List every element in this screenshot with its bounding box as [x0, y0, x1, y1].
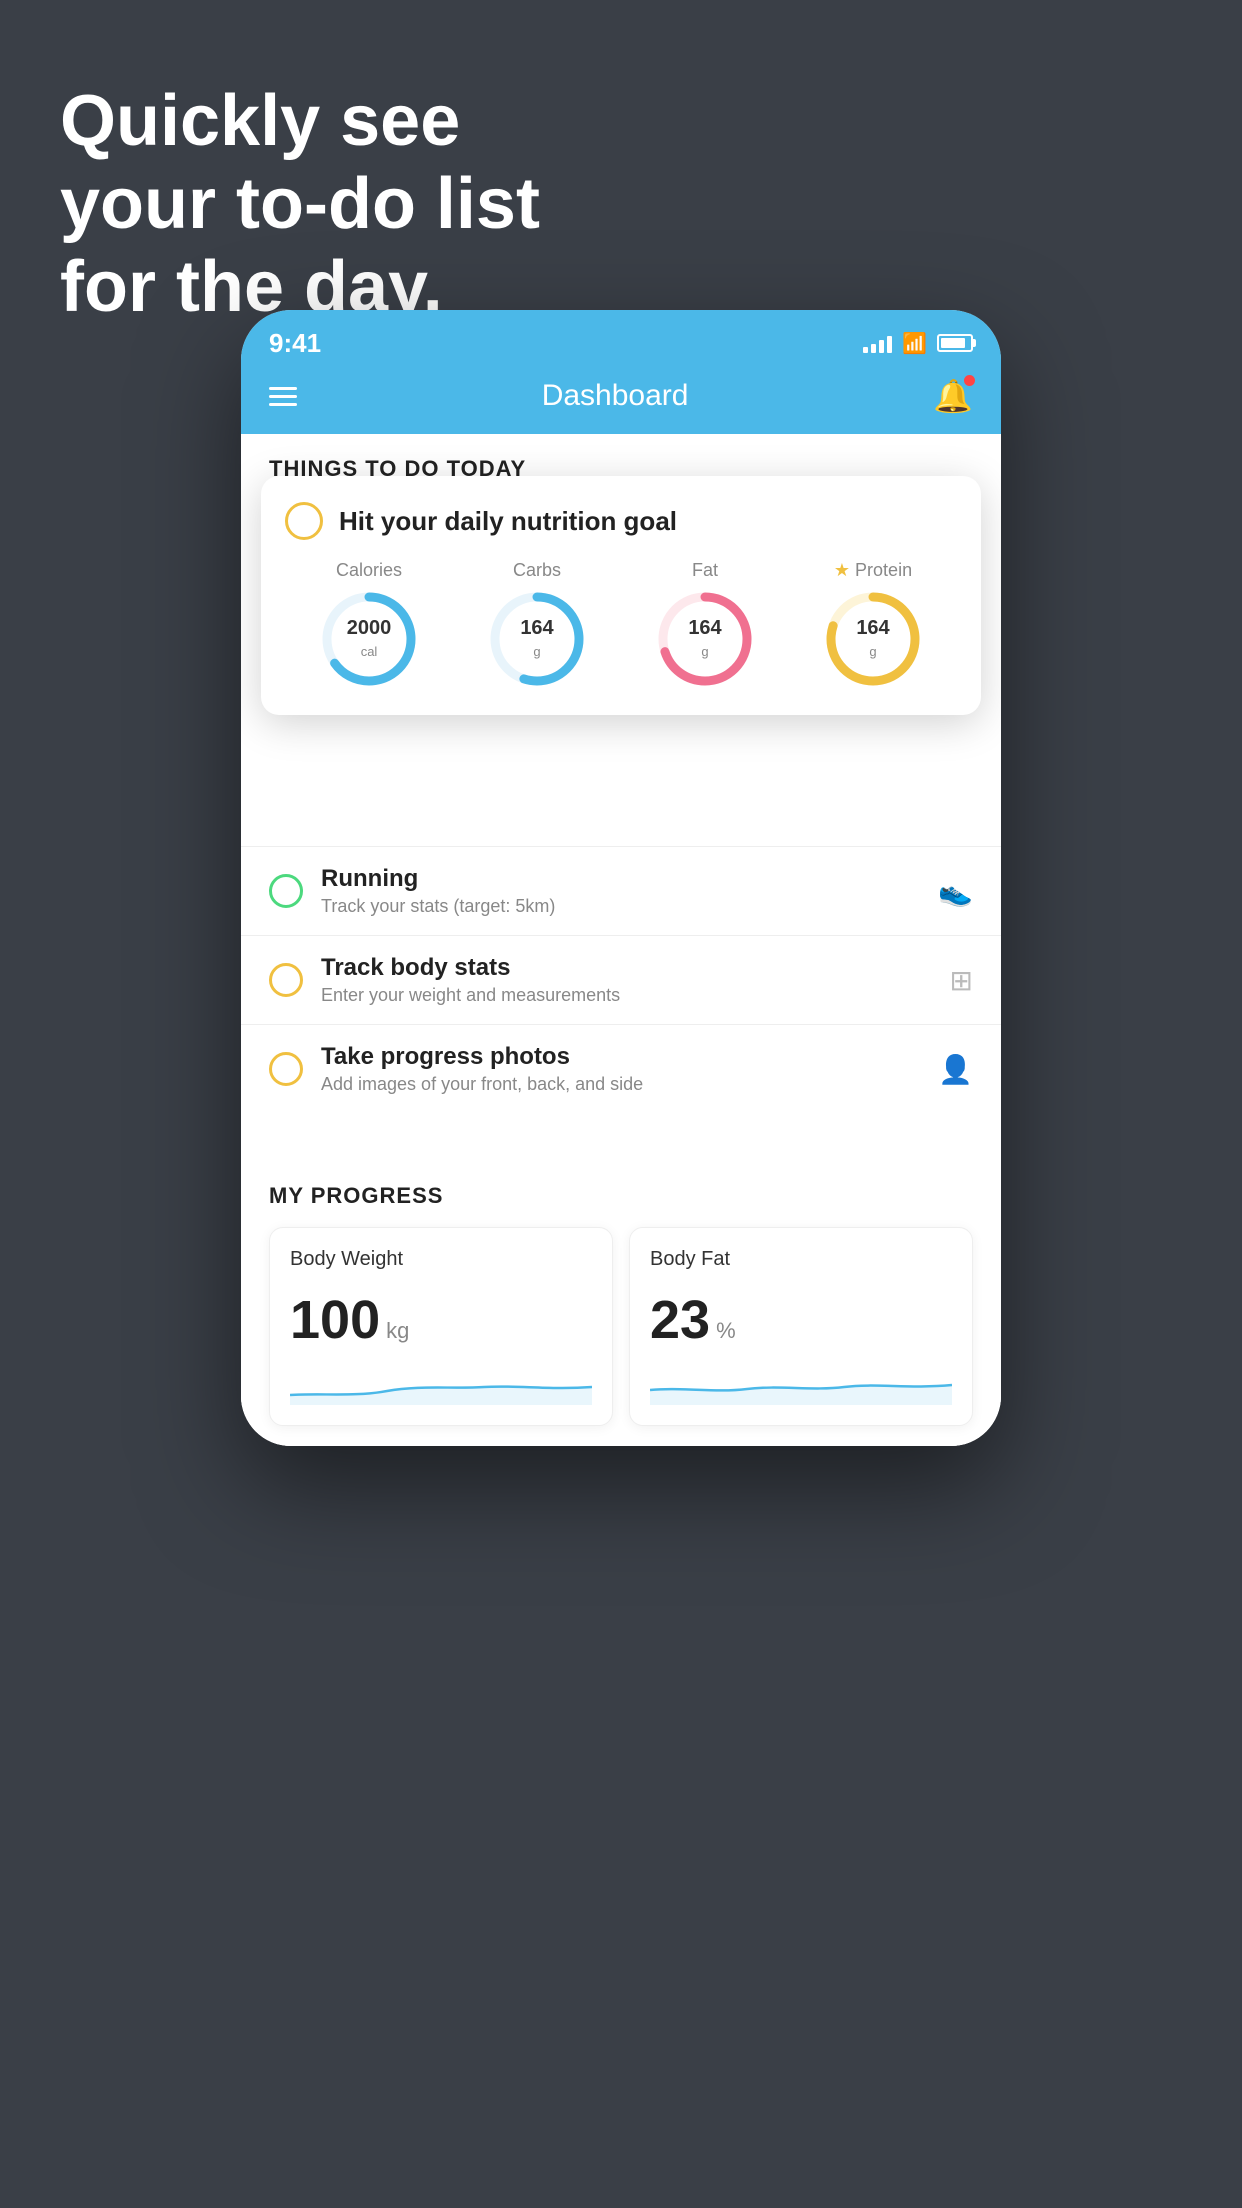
- todo-name-body-stats: Track body stats: [321, 954, 932, 982]
- calories-ring: Calories 2000cal: [319, 560, 419, 689]
- calories-label: Calories: [336, 560, 402, 581]
- body-fat-unit: %: [716, 1318, 736, 1344]
- nav-bar: Dashboard 🔔: [241, 366, 1001, 434]
- todo-sub-body-stats: Enter your weight and measurements: [321, 985, 932, 1006]
- body-weight-value: 100: [290, 1289, 380, 1351]
- status-icons: 📶: [863, 331, 973, 356]
- todo-name-running: Running: [321, 865, 920, 893]
- todo-circle-running: [269, 874, 303, 908]
- todo-text-running: Running Track your stats (target: 5km): [321, 865, 920, 917]
- battery-icon: [937, 334, 973, 352]
- body-fat-card[interactable]: Body Fat 23 %: [629, 1227, 973, 1426]
- phone-frame: 9:41 📶 Dashboard 🔔 THINGS TO: [241, 310, 1001, 1446]
- todo-text-photos: Take progress photos Add images of your …: [321, 1043, 920, 1095]
- body-weight-unit: kg: [386, 1318, 409, 1344]
- person-icon: 👤: [938, 1053, 973, 1086]
- progress-section: MY PROGRESS Body Weight 100 kg: [241, 1153, 1001, 1446]
- carbs-ring-container: 164g: [487, 589, 587, 689]
- todo-sub-photos: Add images of your front, back, and side: [321, 1074, 920, 1095]
- todo-text-body-stats: Track body stats Enter your weight and m…: [321, 954, 932, 1006]
- card-overlay-area: Hit your daily nutrition goal Calories: [241, 496, 1001, 696]
- hero-line1: Quickly see: [60, 81, 460, 161]
- carbs-label: Carbs: [513, 560, 561, 581]
- todo-item-body-stats[interactable]: Track body stats Enter your weight and m…: [241, 935, 1001, 1024]
- signal-icon: [863, 333, 892, 353]
- todo-circle-body-stats: [269, 963, 303, 997]
- hero-text: Quickly see your to-do list for the day.: [60, 80, 540, 328]
- todo-circle-photos: [269, 1052, 303, 1086]
- protein-label: ★Protein: [834, 560, 912, 581]
- calories-ring-container: 2000cal: [319, 589, 419, 689]
- phone-content: THINGS TO DO TODAY Hit your daily nutrit…: [241, 434, 1001, 1446]
- wifi-icon: 📶: [902, 331, 927, 356]
- nutrition-check-circle[interactable]: [285, 502, 323, 540]
- todo-item-photos[interactable]: Take progress photos Add images of your …: [241, 1024, 1001, 1113]
- status-bar: 9:41 📶: [241, 310, 1001, 366]
- todo-item-running[interactable]: Running Track your stats (target: 5km) 👟: [241, 846, 1001, 935]
- body-weight-card[interactable]: Body Weight 100 kg: [269, 1227, 613, 1426]
- hamburger-menu[interactable]: [269, 387, 297, 406]
- body-fat-value-row: 23 %: [650, 1289, 952, 1351]
- todo-sub-running: Track your stats (target: 5km): [321, 896, 920, 917]
- running-icon: 👟: [938, 875, 973, 908]
- protein-ring: ★Protein 164g: [823, 560, 923, 689]
- nutrition-rings: Calories 2000cal C: [285, 560, 957, 689]
- fat-ring: Fat 164g: [655, 560, 755, 689]
- notification-badge: [964, 375, 975, 386]
- status-time: 9:41: [269, 328, 321, 359]
- protein-value: 164g: [856, 617, 889, 661]
- star-icon: ★: [834, 560, 850, 581]
- progress-title: MY PROGRESS: [269, 1183, 973, 1209]
- body-fat-value: 23: [650, 1289, 710, 1351]
- nutrition-card: Hit your daily nutrition goal Calories: [261, 476, 981, 715]
- card-header: Hit your daily nutrition goal: [285, 502, 957, 540]
- body-weight-value-row: 100 kg: [290, 1289, 592, 1351]
- fat-value: 164g: [688, 617, 721, 661]
- todo-list: Running Track your stats (target: 5km) 👟…: [241, 696, 1001, 1113]
- carbs-ring: Carbs 164g: [487, 560, 587, 689]
- fat-ring-container: 164g: [655, 589, 755, 689]
- notification-button[interactable]: 🔔: [933, 377, 973, 415]
- body-fat-title: Body Fat: [650, 1248, 952, 1271]
- scale-icon: ⊞: [950, 964, 973, 997]
- todo-name-photos: Take progress photos: [321, 1043, 920, 1071]
- body-fat-chart: [650, 1365, 952, 1405]
- body-weight-title: Body Weight: [290, 1248, 592, 1271]
- nutrition-card-title: Hit your daily nutrition goal: [339, 506, 677, 537]
- nav-title: Dashboard: [542, 379, 689, 413]
- body-weight-chart: [290, 1365, 592, 1405]
- protein-ring-container: 164g: [823, 589, 923, 689]
- calories-value: 2000cal: [347, 617, 392, 661]
- fat-label: Fat: [692, 560, 718, 581]
- progress-cards: Body Weight 100 kg Body Fat: [269, 1227, 973, 1426]
- carbs-value: 164g: [520, 617, 553, 661]
- hero-line2: your to-do list: [60, 164, 540, 244]
